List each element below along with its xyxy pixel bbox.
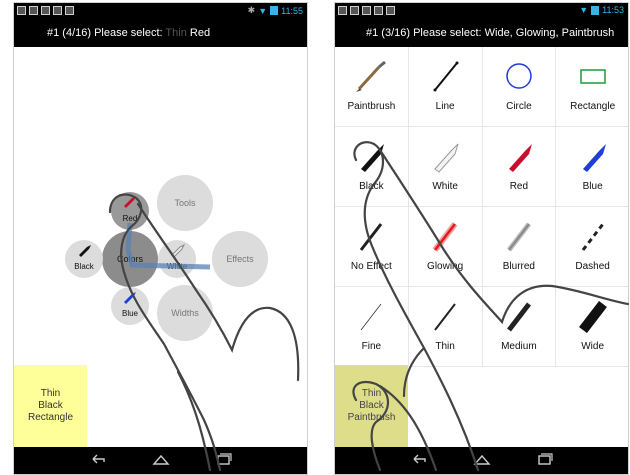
- image-notification-icon: [338, 6, 347, 15]
- dashed-line-icon: [573, 219, 613, 253]
- thin-line-icon: [425, 299, 465, 333]
- white-paint-tube-icon: [425, 139, 465, 173]
- grid-cell-circle[interactable]: Circle: [482, 47, 557, 127]
- wide-line-icon: [573, 299, 613, 334]
- grid-cell-fine[interactable]: Fine: [335, 287, 409, 367]
- recent-apps-button[interactable]: [215, 452, 233, 466]
- wifi-icon: ▼: [579, 5, 589, 15]
- selection-result: Thin Black Rectangle: [14, 365, 87, 447]
- grid-cell-dashed[interactable]: Dashed: [556, 207, 628, 287]
- grid-cell-medium[interactable]: Medium: [482, 287, 557, 367]
- medium-line-icon: [499, 299, 539, 333]
- grid-cell-red[interactable]: Red: [482, 127, 557, 207]
- home-button[interactable]: [473, 452, 491, 466]
- home-button[interactable]: [152, 452, 170, 466]
- grid-cell-blurred[interactable]: Blurred: [482, 207, 557, 287]
- grid-cell-glowing[interactable]: Glowing: [408, 207, 483, 287]
- grid-cell-paintbrush[interactable]: Paintbrush: [335, 47, 409, 127]
- circle-icon: [499, 59, 539, 93]
- result-color: Black: [359, 400, 384, 411]
- paintbrush-icon: [351, 59, 391, 93]
- nav-bar: [14, 447, 307, 474]
- no-effect-line-icon: [351, 219, 391, 253]
- mail-notification-icon: [350, 6, 359, 15]
- result-width: Thin: [361, 388, 382, 399]
- result-color: Black: [38, 400, 63, 411]
- battery-icon: [591, 5, 600, 15]
- status-indicators: ▼ 11:53: [579, 5, 624, 15]
- back-button[interactable]: [90, 452, 108, 466]
- recent-apps-button[interactable]: [536, 452, 554, 466]
- black-paint-tube-icon: [351, 139, 391, 173]
- fine-line-icon: [351, 299, 391, 333]
- grid-cell-black[interactable]: Black: [335, 127, 409, 207]
- result-tool: Rectangle: [27, 412, 74, 423]
- instruction-text: #1 (3/16) Please select: Wide, Glowing, …: [366, 27, 615, 39]
- glowing-line-icon: [425, 219, 465, 253]
- nav-bar: [335, 447, 628, 474]
- chat-notification-icon: [362, 6, 371, 15]
- grid-cell-rectangle[interactable]: Rectangle: [556, 47, 628, 127]
- red-paint-tube-icon: [499, 139, 539, 173]
- grid-cell-no-effect[interactable]: No Effect: [335, 207, 409, 287]
- grid-cell-white[interactable]: White: [408, 127, 483, 207]
- instruction-bar: #1 (3/16) Please select: Wide, Glowing, …: [335, 19, 628, 47]
- check-notification-icon: [374, 6, 383, 15]
- rectangle-icon: [573, 59, 613, 93]
- grid-cell-line[interactable]: Line: [408, 47, 483, 127]
- option-grid: Paintbrush Line Circle Rectangle Black W…: [335, 47, 628, 367]
- grid-cell-thin[interactable]: Thin: [408, 287, 483, 367]
- marking-menu-screen: ✱ ▼ 11:55 #1 (4/16) Please select: Thin …: [13, 2, 308, 475]
- result-tool: Paintbrush: [347, 412, 396, 423]
- status-bar: ▼ 11:53: [335, 3, 628, 19]
- blurred-line-icon: [499, 219, 539, 253]
- grid-cell-wide[interactable]: Wide: [556, 287, 628, 367]
- blue-paint-tube-icon: [573, 139, 613, 173]
- grid-cell-blue[interactable]: Blue: [556, 127, 628, 207]
- notification-icons: [338, 6, 395, 15]
- back-button[interactable]: [411, 452, 429, 466]
- clock: 11:53: [602, 5, 624, 15]
- selection-result: Thin Black Paintbrush: [335, 365, 408, 447]
- result-width: Thin: [40, 388, 61, 399]
- grid-menu-screen: ▼ 11:53 #1 (3/16) Please select: Wide, G…: [334, 2, 629, 475]
- line-icon: [425, 59, 465, 93]
- download-notification-icon: [386, 6, 395, 15]
